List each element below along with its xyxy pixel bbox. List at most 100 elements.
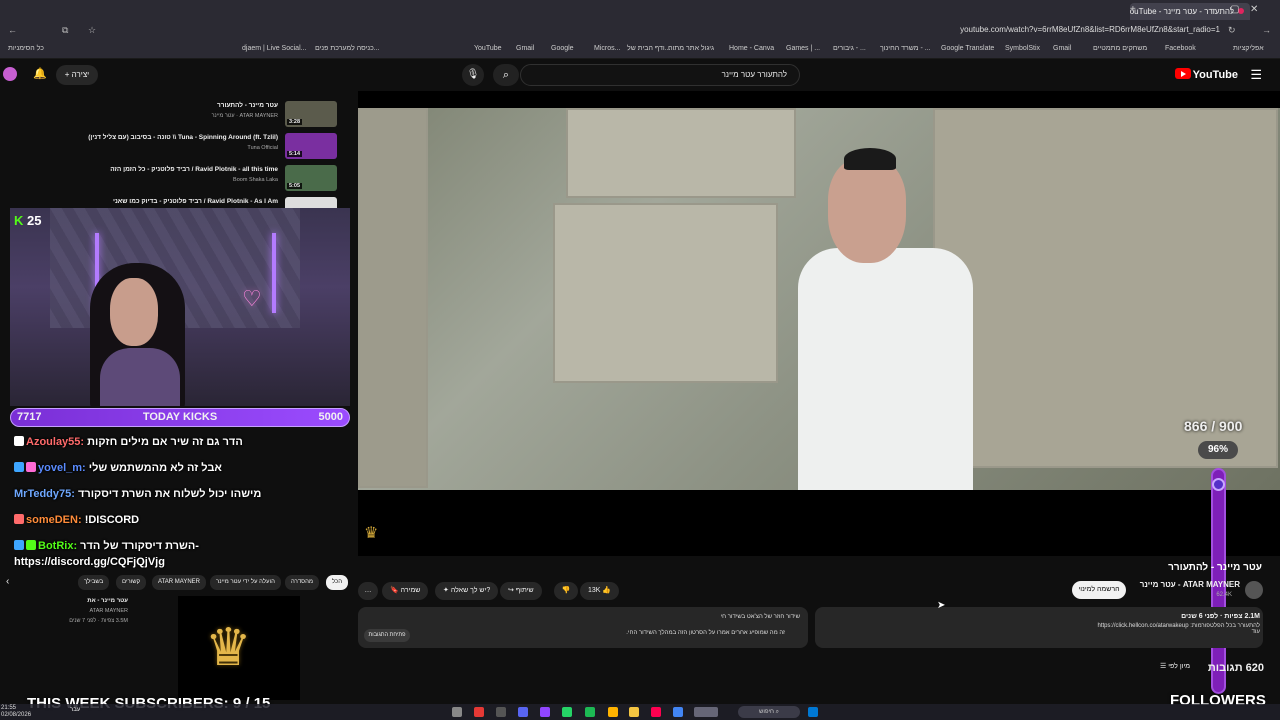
- avatar[interactable]: [3, 67, 17, 81]
- share-label: שיתוף: [515, 587, 534, 594]
- sort-label: מיון לפי: [1168, 663, 1191, 670]
- extensions-icon[interactable]: ⧉: [62, 25, 68, 36]
- dislike-button[interactable]: 👎: [554, 582, 578, 600]
- menu-icon[interactable]: ☰: [1250, 67, 1262, 83]
- chat-text: אבל זה לא מהמשתמש שלי: [88, 462, 222, 474]
- crown-icon: ♛: [364, 525, 379, 542]
- more-button[interactable]: …: [358, 582, 378, 600]
- channel-avatar[interactable]: [1245, 581, 1263, 599]
- chip-channel[interactable]: ATAR MAYNER: [152, 575, 207, 590]
- video-title: עטר מיינר - להתעורר: [1168, 562, 1262, 573]
- playlist-item[interactable]: עטר מיינר - להתעורר ATAR MAYNER · עטר מי…: [8, 100, 343, 128]
- open-replies-button[interactable]: פתיחת התגובות: [364, 629, 410, 642]
- bookmark-item[interactable]: משרד החינוך - ...: [880, 45, 931, 52]
- bookmark-item[interactable]: גיגול אתר מתוח: [668, 45, 714, 52]
- goal-percent: 96%: [1198, 441, 1238, 459]
- playlist-item[interactable]: Ravid Plotnik - all this time / רביד פלו…: [8, 164, 343, 192]
- playlist-item-channel: Tuna Official: [247, 145, 278, 151]
- search-icon[interactable]: ⌕: [493, 64, 519, 86]
- bookmark-item[interactable]: Gmail: [1053, 45, 1071, 52]
- chip-uploaded-by[interactable]: הועלה על ידי עטר מיינר: [210, 575, 281, 590]
- bookmark-item[interactable]: djaem | Live Social...: [242, 45, 306, 52]
- playlist-item-title: Ravid Plotnik - all this time / רביד פלו…: [110, 166, 278, 173]
- streamer-face: [110, 278, 158, 346]
- mouse-cursor-icon: ➤: [937, 600, 946, 611]
- save-button[interactable]: 🔖 שמירה: [382, 582, 429, 600]
- like-count: 13K: [588, 587, 601, 594]
- minimize-icon[interactable]: –: [1210, 4, 1216, 15]
- chevron-left-icon[interactable]: ‹: [6, 576, 9, 587]
- bookmarks-bar: כל הסימניות djaem | Live Social... כניסה…: [0, 41, 1280, 59]
- spotify-icon[interactable]: [585, 707, 595, 717]
- youtube-logo[interactable]: YouTube: [1174, 68, 1238, 81]
- tiktok-icon[interactable]: [651, 707, 661, 717]
- chip-for-you[interactable]: בשבילך: [78, 575, 110, 590]
- mix-channel[interactable]: ATAR MAYNER: [40, 608, 128, 614]
- chip-all[interactable]: הכל: [326, 575, 349, 590]
- playlist-item[interactable]: Tuna - Spinning Around (ft. Tzlil) \\ טו…: [8, 132, 343, 160]
- language-indicator[interactable]: עבר: [70, 707, 80, 713]
- back-icon[interactable]: ←: [8, 25, 17, 35]
- sort-button[interactable]: מיון לפי ☰: [1160, 662, 1190, 670]
- chip-related[interactable]: קשורים: [116, 575, 147, 590]
- like-button[interactable]: 13K 👍: [580, 582, 620, 600]
- address-bar: ← ⧉ ☆ youtube.com/watch?v=6rrM8eUfZn8&li…: [0, 22, 1280, 41]
- obs-icon[interactable]: [608, 707, 618, 717]
- gravestone: [358, 108, 428, 488]
- app-icon[interactable]: [474, 707, 484, 717]
- video-player[interactable]: ♛: [358, 91, 1280, 556]
- bookmark-item[interactable]: SymbolStix: [1005, 45, 1040, 52]
- bookmark-item[interactable]: Micros...: [594, 45, 620, 52]
- bookmark-item[interactable]: Games | ...: [786, 45, 820, 52]
- mix-title[interactable]: עטר מיינר - את: [60, 598, 128, 604]
- app-icon[interactable]: [496, 707, 506, 717]
- all-bookmarks[interactable]: כל הסימניות: [8, 45, 44, 52]
- windows-start-icon[interactable]: [808, 707, 818, 717]
- url-field[interactable]: youtube.com/watch?v=6rrM8eUfZn8&list=RD6…: [960, 25, 1220, 34]
- search-input[interactable]: להתעורר עטר מיינר: [520, 64, 800, 86]
- taskbar-search[interactable]: חיפוש ⌕: [738, 706, 800, 718]
- bookmark-item[interactable]: Home - Canva: [729, 45, 774, 52]
- create-button[interactable]: + יצירה: [56, 65, 98, 85]
- badge-icon: [14, 514, 24, 524]
- forward-icon[interactable]: →: [1262, 25, 1271, 35]
- ask-button[interactable]: ✦ יש לך שאלה?: [435, 582, 499, 600]
- reload-icon[interactable]: ↻: [1228, 25, 1236, 36]
- channel-name[interactable]: עטר מיינר - ATAR MAYNER: [1140, 580, 1240, 589]
- share-button[interactable]: ↪ שיתוף: [500, 582, 542, 600]
- star-icon[interactable]: ☆: [88, 25, 96, 36]
- discord-icon[interactable]: [518, 707, 528, 717]
- chip-series[interactable]: מהסדרה: [285, 575, 320, 590]
- new-tab-icon[interactable]: +: [1130, 4, 1136, 15]
- bookmark-item[interactable]: Facebook: [1165, 45, 1196, 52]
- bookmark-item[interactable]: כניסה למערכת פנים...: [315, 45, 380, 52]
- bookmark-item[interactable]: אפליקציות: [1233, 45, 1264, 52]
- duration-badge: 3:28: [287, 119, 303, 125]
- close-window-icon[interactable]: ✕: [1250, 4, 1258, 15]
- folder-icon[interactable]: [629, 707, 639, 717]
- settings-icon[interactable]: [452, 707, 462, 717]
- bookmark-item[interactable]: Gmail: [516, 45, 534, 52]
- video-frame: [358, 108, 1280, 490]
- show-more[interactable]: עוד: [1252, 629, 1260, 635]
- bookmark-item[interactable]: משחקים מתמטיים: [1093, 45, 1147, 52]
- maximize-icon[interactable]: ▢: [1230, 4, 1239, 15]
- bell-icon[interactable]: 🔔: [33, 67, 47, 80]
- app-icon[interactable]: [694, 707, 718, 717]
- bookmark-item[interactable]: ודף הבית של...: [627, 45, 671, 52]
- twitch-icon[interactable]: [540, 707, 550, 717]
- live-chat-title: שידור חוזר של הצ'אט בשידור חי: [720, 614, 800, 620]
- bookmark-item[interactable]: גיבורים - ...: [833, 45, 866, 52]
- bookmark-item[interactable]: Google Translate: [941, 45, 994, 52]
- bookmark-item[interactable]: YouTube: [474, 45, 502, 52]
- whatsapp-icon[interactable]: [562, 707, 572, 717]
- chat-link[interactable]: https://discord.gg/CQFjQjVjg: [14, 556, 165, 568]
- bookmark-item[interactable]: Google: [551, 45, 574, 52]
- badge-icon: [26, 540, 36, 550]
- mic-icon[interactable]: 🎙: [462, 64, 484, 86]
- chrome-icon[interactable]: [673, 707, 683, 717]
- subscribe-button[interactable]: הרשמה למינוי: [1072, 581, 1126, 599]
- badge-icon: [14, 436, 24, 446]
- sort-icon: ☰: [1160, 663, 1167, 670]
- badge-icon: [14, 462, 24, 472]
